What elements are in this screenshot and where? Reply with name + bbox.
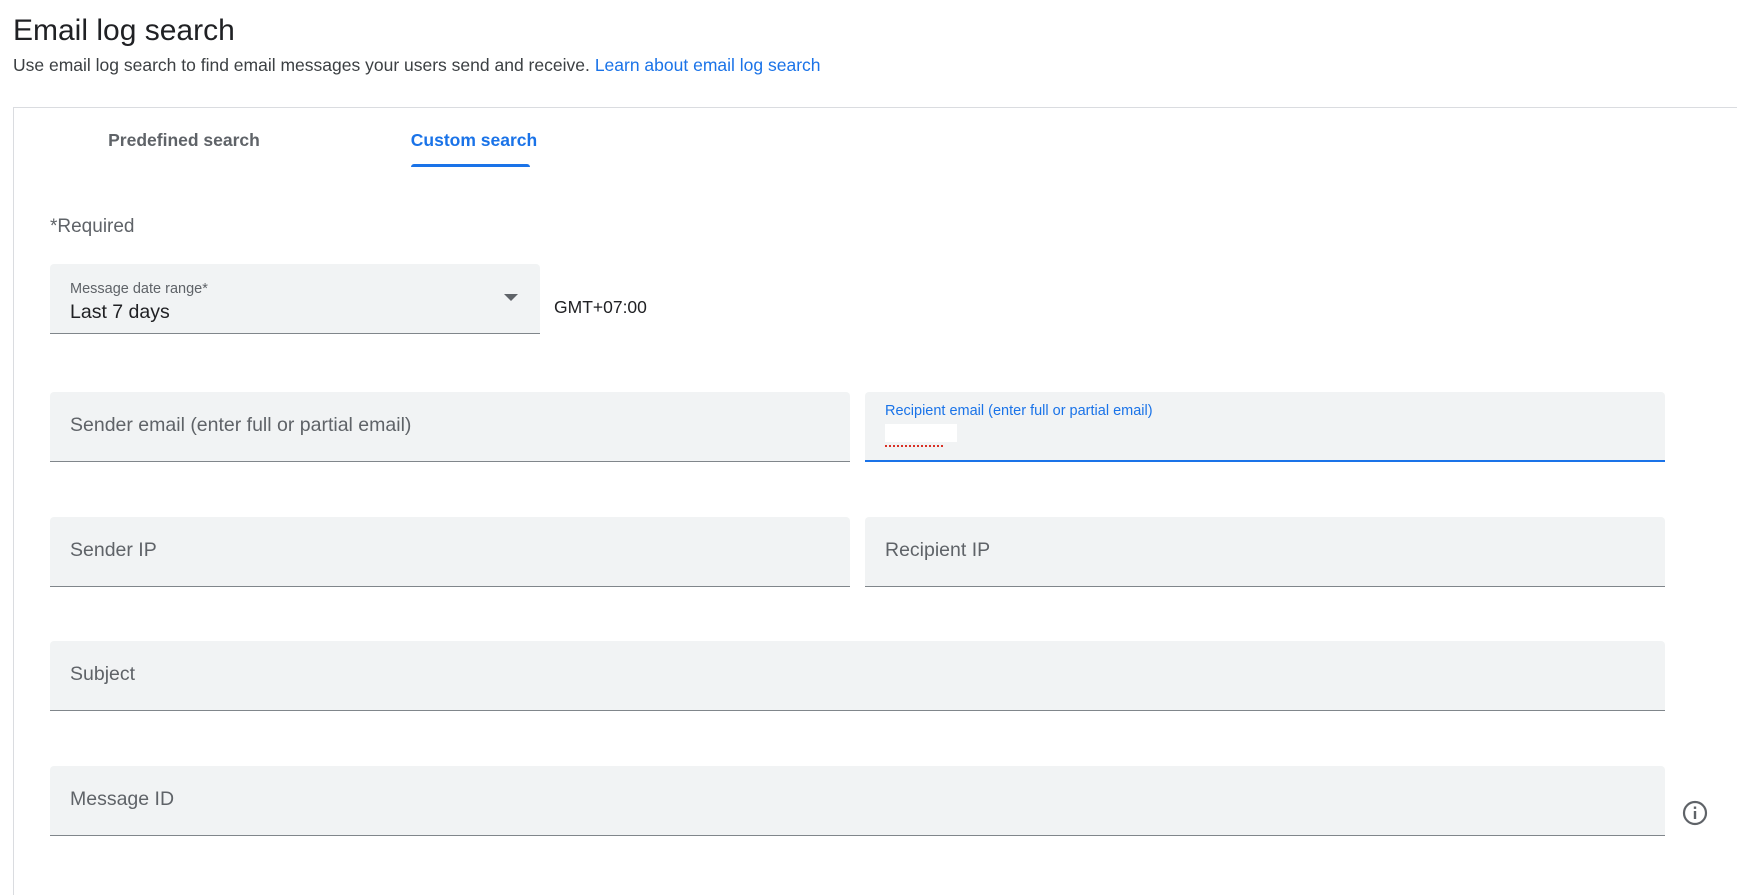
required-note: *Required (50, 216, 135, 237)
sender-ip-placeholder: Sender IP (70, 539, 157, 561)
tab-custom-search[interactable]: Custom search (404, 108, 544, 168)
description-text: Use email log search to find email messa… (13, 55, 590, 75)
email-log-search-page: Email log search Use email log search to… (0, 0, 1737, 895)
date-range-value: Last 7 days (70, 301, 170, 323)
info-outline-icon (1682, 800, 1708, 826)
sender-ip-field[interactable]: Sender IP (50, 517, 850, 587)
active-tab-indicator (411, 164, 530, 167)
message-id-field[interactable]: Message ID (50, 766, 1665, 836)
recipient-email-field[interactable]: Recipient email (enter full or partial e… (865, 392, 1665, 462)
recipient-email-label: Recipient email (enter full or partial e… (885, 403, 1153, 419)
timezone-label: GMT+07:00 (554, 297, 647, 317)
learn-about-link[interactable]: Learn about email log search (595, 55, 821, 75)
date-range-select[interactable]: Message date range* Last 7 days (50, 264, 540, 334)
sender-email-field[interactable]: Sender email (enter full or partial emai… (50, 392, 850, 462)
subject-placeholder: Subject (70, 663, 136, 685)
arrow-drop-down-icon (504, 294, 518, 301)
spellcheck-underline (885, 442, 943, 447)
search-panel: Predefined search Custom search *Require… (13, 107, 1737, 895)
page-description: Use email log search to find email messa… (13, 54, 821, 76)
message-id-placeholder: Message ID (70, 788, 175, 810)
page-title: Email log search (13, 14, 235, 47)
sender-email-placeholder: Sender email (enter full or partial emai… (70, 414, 412, 436)
recipient-ip-placeholder: Recipient IP (885, 539, 991, 561)
tab-predefined-search[interactable]: Predefined search (74, 108, 294, 168)
recipient-ip-field[interactable]: Recipient IP (865, 517, 1665, 587)
recipient-email-value[interactable] (885, 424, 957, 442)
info-icon[interactable] (1681, 799, 1709, 827)
subject-field[interactable]: Subject (50, 641, 1665, 711)
date-range-label: Message date range* (70, 281, 208, 297)
search-tabs: Predefined search Custom search (14, 108, 614, 168)
